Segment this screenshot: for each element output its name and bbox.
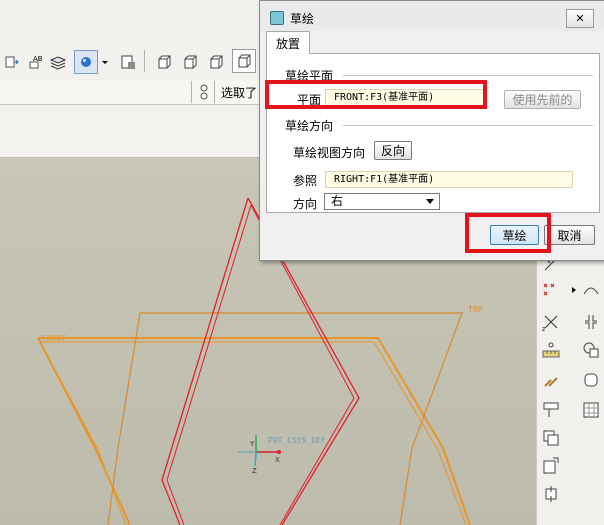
- rotate-icon[interactable]: [539, 482, 563, 506]
- flip-button[interactable]: 反向: [374, 141, 412, 160]
- circles-icon[interactable]: [579, 338, 603, 362]
- tab-placement[interactable]: 放置: [266, 31, 310, 54]
- flyout-arrow-icon[interactable]: [569, 278, 579, 302]
- cross-points-icon[interactable]: [539, 278, 563, 302]
- reference-field[interactable]: RIGHT:F1(基准平面): [325, 171, 573, 188]
- box-icon[interactable]: [232, 49, 256, 73]
- ab-text-icon[interactable]: AB: [24, 50, 48, 74]
- copy-icon[interactable]: [539, 426, 563, 450]
- box-icon[interactable]: [152, 50, 176, 74]
- svg-text:z: z: [542, 326, 545, 332]
- top-datum-plane[interactable]: [107, 312, 463, 525]
- orientation-select[interactable]: 右: [324, 193, 440, 210]
- use-previous-button[interactable]: 使用先前的: [504, 90, 581, 109]
- front-datum-plane[interactable]: [37, 337, 471, 525]
- sketch-filter-icon[interactable]: [198, 82, 210, 105]
- dialog-title: 草绘: [290, 12, 315, 26]
- ruler-icon[interactable]: [539, 338, 563, 362]
- dialog-app-icon: [270, 11, 284, 25]
- grid-icon[interactable]: [579, 398, 603, 422]
- placement-panel: 草绘平面 平面 FRONT:F3(基准平面) 使用先前的 草绘方向 草绘视图方向…: [266, 53, 600, 213]
- cancel-button[interactable]: 取消: [544, 225, 595, 245]
- orientation-label: 方向: [293, 197, 318, 211]
- csys-label: PRT_CSYS_DEF: [268, 436, 326, 445]
- reference-label: 参照: [293, 174, 318, 188]
- dialog-titlebar[interactable]: 草绘 ✕: [260, 1, 604, 31]
- arc-icon[interactable]: [579, 278, 603, 302]
- close-button[interactable]: ✕: [566, 9, 594, 28]
- note-icon[interactable]: [0, 50, 24, 74]
- bracket-icon[interactable]: [579, 310, 603, 334]
- selection-status: 选取了: [221, 86, 258, 100]
- box-icon[interactable]: [204, 50, 228, 74]
- csys-x-label: X: [275, 456, 280, 464]
- trim-icon[interactable]: z: [539, 310, 563, 334]
- dropdown-icon[interactable]: [98, 50, 112, 74]
- orientation-value: 右: [331, 194, 344, 208]
- palette-icon[interactable]: [539, 398, 563, 422]
- sketch-dialog: 草绘 ✕ 放置 草绘平面 平面 FRONT:F3(基准平面) 使用先前的 草绘方…: [259, 0, 604, 261]
- csys-z-label: Z: [252, 467, 257, 475]
- front-plane-label: FRONT: [42, 334, 67, 343]
- sketch-tools-toolbar: z: [536, 248, 604, 525]
- paste-icon[interactable]: [539, 454, 563, 478]
- layers-icon[interactable]: [46, 50, 70, 74]
- chevron-down-icon: [426, 199, 434, 204]
- view-manager-icon[interactable]: [116, 50, 140, 74]
- radio-icon[interactable]: [74, 50, 98, 74]
- rounded-rect-icon[interactable]: [579, 368, 603, 392]
- plane-highlight: [265, 80, 487, 109]
- chain-icon[interactable]: [539, 368, 563, 392]
- sketch-orientation-section-title: 草绘方向: [285, 119, 334, 133]
- csys-y-label: Y: [250, 440, 255, 448]
- sketch-button-highlight: [465, 213, 551, 253]
- top-plane-label: TOP: [468, 305, 483, 314]
- box-icon[interactable]: [178, 50, 202, 74]
- view-direction-label: 草绘视图方向: [293, 146, 366, 160]
